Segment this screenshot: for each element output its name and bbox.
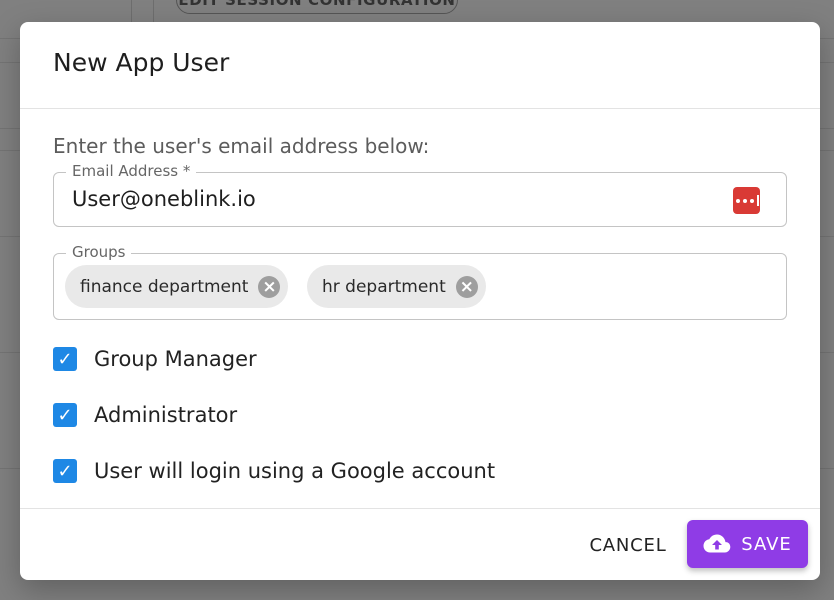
group-manager-option[interactable]: ✓ Group Manager [53,347,257,371]
password-manager-icon[interactable] [733,187,760,214]
chip-label: finance department [80,276,249,297]
cancel-button[interactable]: CANCEL [583,528,673,562]
save-label: SAVE [741,533,792,555]
group-manager-checkbox[interactable]: ✓ [53,347,77,371]
email-input[interactable]: User@oneblink.io [72,187,256,211]
administrator-checkbox[interactable]: ✓ [53,403,77,427]
cloud-upload-icon [703,534,731,553]
google-login-option[interactable]: ✓ User will login using a Google account [53,459,495,483]
close-circle-icon[interactable]: × [258,275,281,298]
email-field[interactable]: Email Address * User@oneblink.io [53,162,787,227]
chip-label: hr department [322,276,446,297]
new-app-user-dialog: New App User Enter the user's email addr… [20,22,820,580]
footer-divider [20,508,820,509]
groups-field-label: Groups [66,243,132,261]
group-chip-hr[interactable]: hr department × [307,265,486,308]
administrator-option[interactable]: ✓ Administrator [53,403,237,427]
group-chip-finance[interactable]: finance department × [65,265,289,308]
save-button[interactable]: SAVE [687,520,808,568]
header-divider [20,108,820,109]
dialog-title: New App User [53,48,230,77]
groups-field[interactable]: Groups finance department × hr departmen… [53,243,787,320]
email-field-label: Email Address * [66,162,197,180]
google-login-label[interactable]: User will login using a Google account [94,459,495,483]
google-login-checkbox[interactable]: ✓ [53,459,77,483]
group-manager-label[interactable]: Group Manager [94,347,257,371]
intro-text: Enter the user's email address below: [53,134,430,158]
close-circle-icon[interactable]: × [455,275,478,298]
administrator-label[interactable]: Administrator [94,403,237,427]
background-edit-session-button: EDIT SESSION CONFIGURATION [176,0,458,14]
